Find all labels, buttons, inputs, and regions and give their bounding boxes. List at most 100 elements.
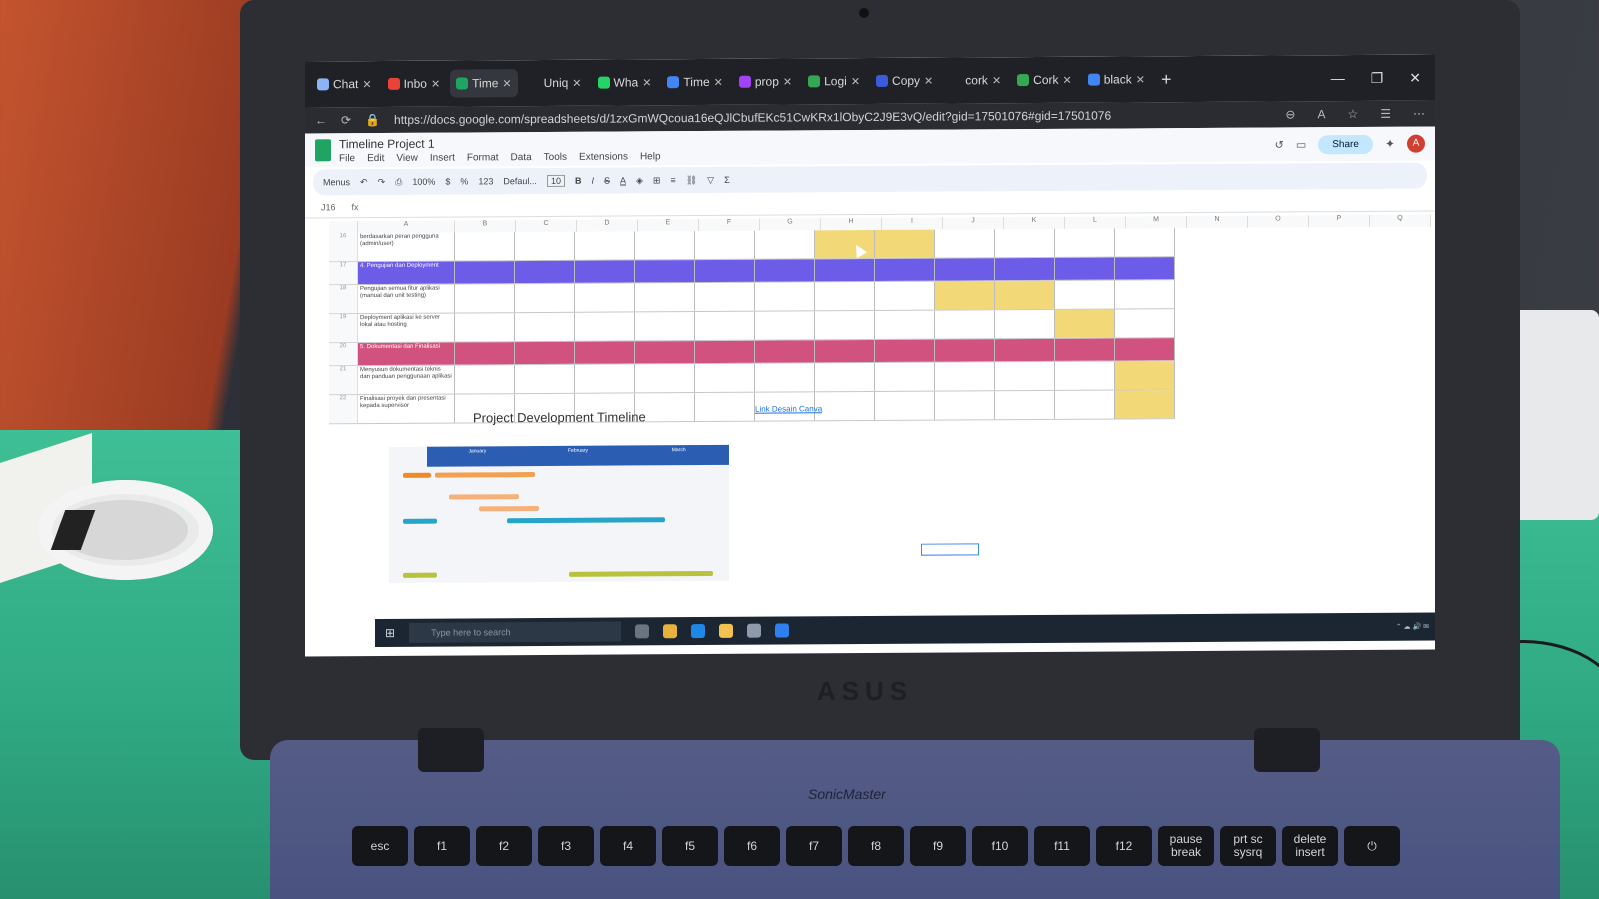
grid-cell[interactable] [755, 311, 815, 340]
link-icon[interactable]: ⛓ [686, 175, 697, 186]
key-f4[interactable]: f4 [600, 826, 656, 866]
grid-cell[interactable] [635, 260, 695, 283]
restore-icon[interactable]: ❐ [1371, 69, 1384, 86]
favorites-icon[interactable]: ☰ [1380, 107, 1391, 121]
grid-cell[interactable] [455, 261, 515, 284]
grid-cell[interactable] [875, 391, 935, 420]
grid-cell[interactable] [455, 342, 515, 365]
tab-close-icon[interactable]: ✕ [851, 75, 860, 88]
grid-cell[interactable] [755, 340, 815, 363]
app-icon[interactable] [775, 623, 790, 638]
task-cell[interactable]: 4. Pengujian dan Deployment [358, 261, 455, 285]
fill-color-icon[interactable]: ◈ [636, 175, 643, 186]
currency-button[interactable]: $ [445, 177, 450, 187]
gemini-icon[interactable]: ✦ [1385, 137, 1395, 151]
close-icon[interactable]: ✕ [1409, 69, 1421, 86]
file-explorer-icon[interactable] [719, 623, 734, 638]
tab-close-icon[interactable]: ✕ [714, 75, 723, 88]
grid-cell[interactable] [875, 229, 935, 258]
browser-tab[interactable]: Logi ✕ [802, 67, 866, 95]
column-header[interactable]: N [1187, 215, 1248, 229]
row-number[interactable]: 22 [329, 395, 358, 424]
tab-close-icon[interactable]: ✕ [502, 77, 511, 90]
doc-title[interactable]: Timeline Project 1 [339, 135, 661, 151]
chrome-icon[interactable] [663, 624, 678, 639]
grid-cell[interactable] [815, 339, 875, 363]
key-pause-break[interactable]: pause break [1158, 826, 1214, 866]
grid-cell[interactable] [695, 282, 755, 312]
grid-cell[interactable] [935, 229, 995, 258]
key-f12[interactable]: f12 [1096, 826, 1152, 866]
browser-tab[interactable]: Uniq ✕ [522, 69, 588, 97]
column-header[interactable]: I [882, 217, 943, 230]
more-icon[interactable]: ⋯ [1413, 107, 1425, 121]
task-cell[interactable]: berdasarkan peran pengguna (admin/user) [358, 232, 455, 262]
account-avatar[interactable]: A [1407, 134, 1425, 153]
column-header[interactable]: K [1004, 216, 1065, 230]
grid-cell[interactable] [455, 232, 515, 261]
menu-item-tools[interactable]: Tools [544, 151, 567, 162]
url-field[interactable]: https://docs.google.com/spreadsheets/d/1… [394, 109, 1111, 127]
grid-cell[interactable] [1115, 257, 1175, 280]
key-delete-insert[interactable]: delete insert [1282, 826, 1338, 866]
grid-cell[interactable] [455, 284, 515, 313]
key-⏻[interactable]: ⏻ [1344, 826, 1400, 866]
grid-cell[interactable] [995, 361, 1055, 391]
menus-search[interactable]: Menus [323, 177, 350, 187]
grid-cell[interactable] [875, 281, 935, 310]
grid-cell[interactable] [695, 392, 755, 422]
grid-cell[interactable] [815, 391, 875, 421]
grid-cell[interactable] [695, 259, 755, 283]
grid-cell[interactable] [695, 340, 755, 364]
redo-icon[interactable]: ↷ [378, 176, 386, 187]
menu-item-help[interactable]: Help [640, 151, 661, 162]
key-f3[interactable]: f3 [538, 826, 594, 866]
row-number[interactable]: 17 [329, 262, 358, 285]
embedded-timeline-image[interactable]: January February March [389, 444, 729, 583]
grid-cell[interactable] [755, 363, 815, 392]
browser-tab[interactable]: cork ✕ [943, 66, 1007, 94]
grid-cell[interactable] [995, 390, 1055, 420]
grid-cell[interactable] [1055, 361, 1115, 390]
grid-cell[interactable] [575, 283, 635, 312]
grid-cell[interactable] [815, 281, 875, 311]
column-header[interactable]: E [638, 219, 699, 232]
key-f1[interactable]: f1 [414, 826, 470, 866]
grid-cell[interactable] [695, 311, 755, 341]
borders-icon[interactable]: ⊞ [653, 175, 661, 186]
tab-close-icon[interactable]: ✕ [362, 78, 371, 91]
tab-close-icon[interactable]: ✕ [1063, 73, 1072, 86]
grid-cell[interactable] [995, 257, 1055, 281]
key-f2[interactable]: f2 [476, 826, 532, 866]
grid-cell[interactable] [575, 364, 635, 393]
grid-cell[interactable] [1115, 338, 1175, 361]
grid-cell[interactable] [635, 312, 695, 341]
grid-cell[interactable] [815, 229, 875, 259]
grid-cell[interactable] [875, 310, 935, 339]
text-color-button[interactable]: A [620, 175, 626, 185]
column-header[interactable]: C [516, 219, 577, 233]
grid-cell[interactable] [815, 258, 875, 282]
grid-cell[interactable] [875, 339, 935, 362]
key-f11[interactable]: f11 [1034, 826, 1090, 866]
grid-cell[interactable] [515, 231, 575, 261]
grid-cell[interactable] [1055, 280, 1115, 309]
tab-close-icon[interactable]: ✕ [992, 74, 1001, 87]
browser-tab[interactable]: black ✕ [1082, 65, 1151, 93]
task-cell[interactable]: 5. Dokumentasi dan Finalisasi [358, 342, 455, 366]
menu-item-insert[interactable]: Insert [430, 152, 455, 163]
bold-button[interactable]: B [575, 176, 582, 186]
corner-cell[interactable] [329, 221, 358, 234]
column-header[interactable]: H [821, 217, 882, 231]
edge-icon[interactable] [691, 624, 706, 639]
row-number[interactable]: 21 [329, 366, 358, 395]
grid-cell[interactable] [875, 258, 935, 281]
task-view-icon[interactable] [635, 624, 650, 639]
grid-cell[interactable] [935, 362, 995, 391]
canva-link[interactable]: Link Desain Canva [755, 404, 822, 413]
italic-button[interactable]: I [591, 176, 594, 186]
key-f5[interactable]: f5 [662, 826, 718, 866]
grid-cell[interactable] [1055, 228, 1115, 257]
grid-cell[interactable] [455, 313, 515, 342]
column-header[interactable]: A [358, 220, 455, 234]
